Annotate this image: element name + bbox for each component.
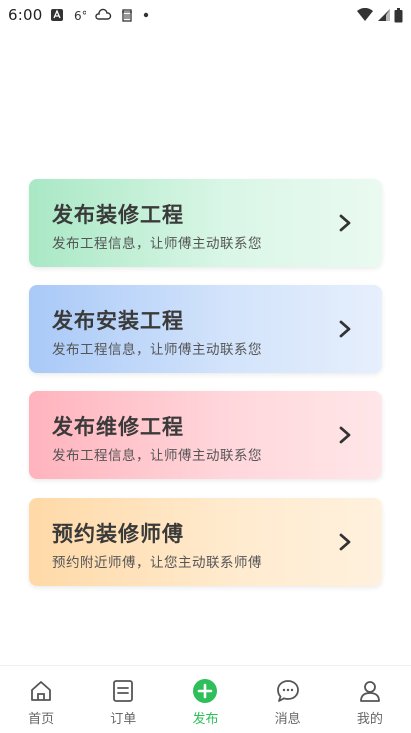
home-icon — [31, 681, 51, 701]
chevron-right-icon — [339, 426, 351, 444]
chevron-right-icon — [339, 214, 351, 232]
status-time: 6:00 — [8, 6, 43, 24]
status-bar-left: 6:00 6° — [8, 6, 150, 24]
status-bar: 6:00 6° — [0, 0, 411, 30]
user-icon — [359, 681, 380, 702]
tab-messages[interactable]: 消息 — [258, 666, 318, 727]
dot-icon — [144, 12, 149, 18]
publish-installation-card[interactable]: 发布安装工程 发布工程信息，让师傅主动联系您 — [29, 285, 382, 373]
cloud-icon — [95, 8, 112, 20]
card-title: 预约装修师傅 — [52, 522, 184, 546]
tab-label: 首页 — [28, 712, 55, 727]
app-notification-icon — [51, 9, 64, 21]
card-subtitle: 发布工程信息，让师傅主动联系您 — [52, 236, 262, 252]
wifi-icon — [357, 8, 373, 21]
tab-mine[interactable]: 我的 — [340, 666, 400, 727]
card-subtitle: 发布工程信息，让师傅主动联系您 — [52, 448, 262, 464]
card-title: 发布装修工程 — [52, 203, 184, 227]
tab-label: 订单 — [110, 712, 137, 727]
tab-label: 发布 — [192, 712, 219, 727]
chat-bubble-icon — [276, 680, 299, 702]
card-subtitle: 预约附近师傅，让您主动联系师傅 — [52, 555, 262, 571]
order-list-icon — [113, 680, 134, 702]
publish-decoration-card[interactable]: 发布装修工程 发布工程信息，让师傅主动联系您 — [29, 179, 382, 267]
card-title: 发布维修工程 — [52, 415, 184, 439]
chevron-right-icon — [339, 533, 351, 551]
card-subtitle: 发布工程信息，让师傅主动联系您 — [52, 342, 262, 358]
battery-icon — [394, 7, 403, 22]
bottom-tab-bar: 首页 订单 发布 消息 我的 — [0, 665, 411, 733]
chevron-right-icon — [339, 320, 351, 338]
publish-repair-card[interactable]: 发布维修工程 发布工程信息，让师傅主动联系您 — [29, 391, 382, 479]
tab-label: 我的 — [356, 712, 383, 727]
svg-text:6°: 6° — [74, 9, 86, 22]
signal-icon — [378, 9, 390, 21]
trash-icon — [122, 9, 133, 22]
plus-circle-icon — [193, 679, 218, 703]
tab-orders[interactable]: 订单 — [93, 666, 153, 727]
book-worker-card[interactable]: 预约装修师傅 预约附近师傅，让您主动联系师傅 — [29, 498, 382, 586]
tab-home[interactable]: 首页 — [11, 666, 71, 727]
hashtag-icon: 6° — [74, 9, 86, 22]
card-title: 发布安装工程 — [52, 309, 184, 333]
tab-publish[interactable]: 发布 — [175, 666, 235, 727]
status-bar-right — [356, 7, 403, 23]
tab-label: 消息 — [274, 712, 301, 727]
